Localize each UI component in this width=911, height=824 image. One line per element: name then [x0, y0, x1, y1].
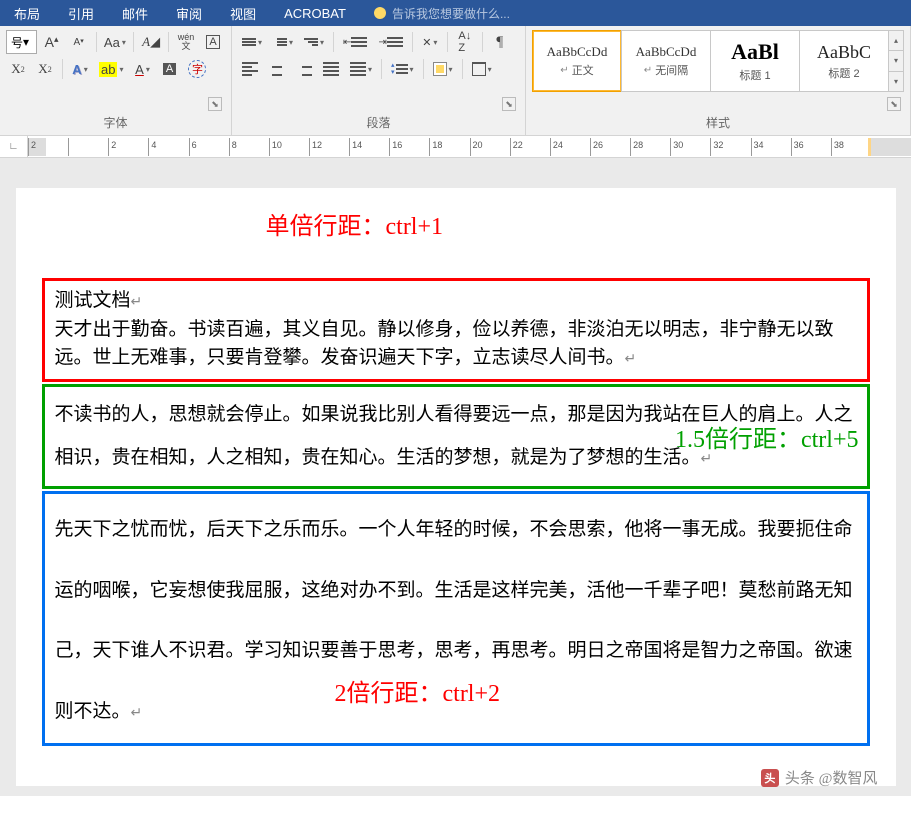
return-mark-icon: ↵ [625, 352, 637, 367]
font-group-label: 字体 [6, 114, 225, 133]
lightbulb-icon [374, 7, 386, 19]
ruler-bar: ∟ 2246810121416182022242628303234363840 [0, 136, 911, 158]
tab-selector[interactable]: ∟ [0, 136, 28, 157]
subscript-button[interactable]: X2 [6, 57, 30, 81]
page[interactable]: 单倍行距：ctrl+1 测试文档↵ 天才出于勤奋。书读百遍，其义自见。静以修身，… [16, 188, 896, 786]
justify-button[interactable] [319, 57, 343, 81]
text-effects-button[interactable]: A▾ [68, 57, 92, 81]
doc-text: 天才出于勤奋。书读百遍，其义自见。静以修身，俭以养德，非淡泊无以明志，非宁静无以… [55, 319, 834, 369]
font-size-combo[interactable]: 号▾ [6, 30, 37, 54]
style-gallery-scroll: ▴ ▾ ▾ [888, 30, 904, 92]
distributed-button[interactable]: ▾ [346, 57, 376, 81]
decrease-indent-button[interactable]: ⇤ [339, 30, 371, 54]
tell-me-placeholder: 告诉我您想要做什么... [392, 5, 510, 22]
style-normal[interactable]: AaBbCcDd ↵正文 [532, 30, 622, 92]
asian-layout-button[interactable]: ✕▾ [418, 30, 442, 54]
style-scroll-up-button[interactable]: ▴ [889, 31, 903, 51]
paragraph-double-spacing[interactable]: 先天下之忧而忧，后天下之乐而乐。一个人年轻的时候，不会思索，他将一事无成。我要扼… [42, 491, 870, 746]
annotation-single-spacing: 单倍行距：ctrl+1 [266, 206, 444, 241]
align-center-button[interactable] [265, 57, 289, 81]
tell-me-search[interactable]: 告诉我您想要做什么... [374, 5, 510, 22]
shrink-font-button[interactable]: A▾ [67, 30, 91, 54]
ribbon-tabs: 布局 引用 邮件 审阅 视图 ACROBAT 告诉我您想要做什么... [0, 0, 911, 26]
style-gallery: AaBbCcDd ↵正文 AaBbCcDd ↵无间隔 AaBl 标题 1 AaB… [532, 30, 904, 92]
sort-button[interactable]: A↓Z [453, 30, 477, 54]
styles-dialog-launcher[interactable]: ⬊ [887, 97, 901, 111]
style-heading1[interactable]: AaBl 标题 1 [710, 30, 800, 92]
return-mark-icon: ↵ [131, 295, 143, 310]
style-scroll-down-button[interactable]: ▾ [889, 51, 903, 71]
bullets-button[interactable]: ▾ [238, 30, 266, 54]
increase-indent-button[interactable]: ⇥ [374, 30, 406, 54]
tab-view[interactable]: 视图 [216, 0, 270, 26]
styles-group: AaBbCcDd ↵正文 AaBbCcDd ↵无间隔 AaBl 标题 1 AaB… [526, 26, 911, 135]
watermark-text: 头条 @数智风 [785, 767, 878, 788]
shading-button[interactable]: ▾ [429, 57, 457, 81]
borders-button[interactable]: ▾ [468, 57, 496, 81]
paragraph-single-spacing[interactable]: 测试文档↵ 天才出于勤奋。书读百遍，其义自见。静以修身，俭以养德，非淡泊无以明志… [42, 278, 870, 382]
phonetic-guide-button[interactable]: wén文 [174, 30, 198, 54]
clear-formatting-button[interactable]: A◢ [139, 30, 163, 54]
document-area: 单倍行距：ctrl+1 测试文档↵ 天才出于勤奋。书读百遍，其义自见。静以修身，… [0, 158, 911, 796]
char-shading-button[interactable]: A [157, 57, 181, 81]
font-color-button[interactable]: A▾ [130, 57, 154, 81]
multilevel-list-button[interactable]: ▾ [300, 30, 328, 54]
styles-group-label: 样式 [532, 114, 904, 133]
char-border-button[interactable]: A [201, 30, 225, 54]
line-spacing-button[interactable]: ▴▾▾ [387, 57, 418, 81]
numbering-button[interactable]: ▾ [269, 30, 297, 54]
watermark: 头 头条 @数智风 [761, 767, 878, 788]
tab-mailings[interactable]: 邮件 [108, 0, 162, 26]
ribbon: 号▾ A▴ A▾ Aa▾ A◢ wén文 A X2 X2 A▾ ab▾ A▾ A… [0, 26, 911, 136]
tab-references[interactable]: 引用 [54, 0, 108, 26]
annotation-double-spacing: 2倍行距：ctrl+2 [335, 656, 501, 733]
tab-layout[interactable]: 布局 [0, 0, 54, 26]
style-expand-button[interactable]: ▾ [889, 72, 903, 91]
grow-font-button[interactable]: A▴ [40, 30, 64, 54]
paragraph-group-label: 段落 [238, 114, 519, 133]
return-mark-icon: ↵ [131, 706, 143, 721]
paragraph-1-5-spacing[interactable]: 不读书的人，思想就会停止。如果说我比别人看得要远一点，那是因为我站在巨人的肩上。… [42, 384, 870, 489]
style-heading2[interactable]: AaBbC 标题 2 [799, 30, 889, 92]
watermark-icon: 头 [761, 769, 779, 787]
font-dialog-launcher[interactable]: ⬊ [208, 97, 222, 111]
tab-acrobat[interactable]: ACROBAT [270, 0, 360, 26]
align-left-button[interactable] [238, 57, 262, 81]
show-hide-marks-button[interactable]: ¶ [488, 30, 512, 54]
paragraph-group: ▾ ▾ ▾ ⇤ ⇥ ✕▾ A↓Z ¶ ▾ ▴ [232, 26, 526, 135]
highlight-button[interactable]: ab▾ [95, 57, 127, 81]
doc-text: 测试文档 [55, 290, 131, 311]
enclose-char-button[interactable]: 字 [184, 57, 210, 81]
paragraph-dialog-launcher[interactable]: ⬊ [502, 97, 516, 111]
style-nospacing[interactable]: AaBbCcDd ↵无间隔 [621, 30, 711, 92]
align-right-button[interactable] [292, 57, 316, 81]
horizontal-ruler[interactable]: 2246810121416182022242628303234363840 [28, 138, 911, 156]
superscript-button[interactable]: X2 [33, 57, 57, 81]
change-case-button[interactable]: Aa▾ [101, 30, 128, 54]
font-group: 号▾ A▴ A▾ Aa▾ A◢ wén文 A X2 X2 A▾ ab▾ A▾ A… [0, 26, 232, 135]
annotation-1-5-spacing: 1.5倍行距：ctrl+5 [675, 413, 859, 468]
tab-review[interactable]: 审阅 [162, 0, 216, 26]
